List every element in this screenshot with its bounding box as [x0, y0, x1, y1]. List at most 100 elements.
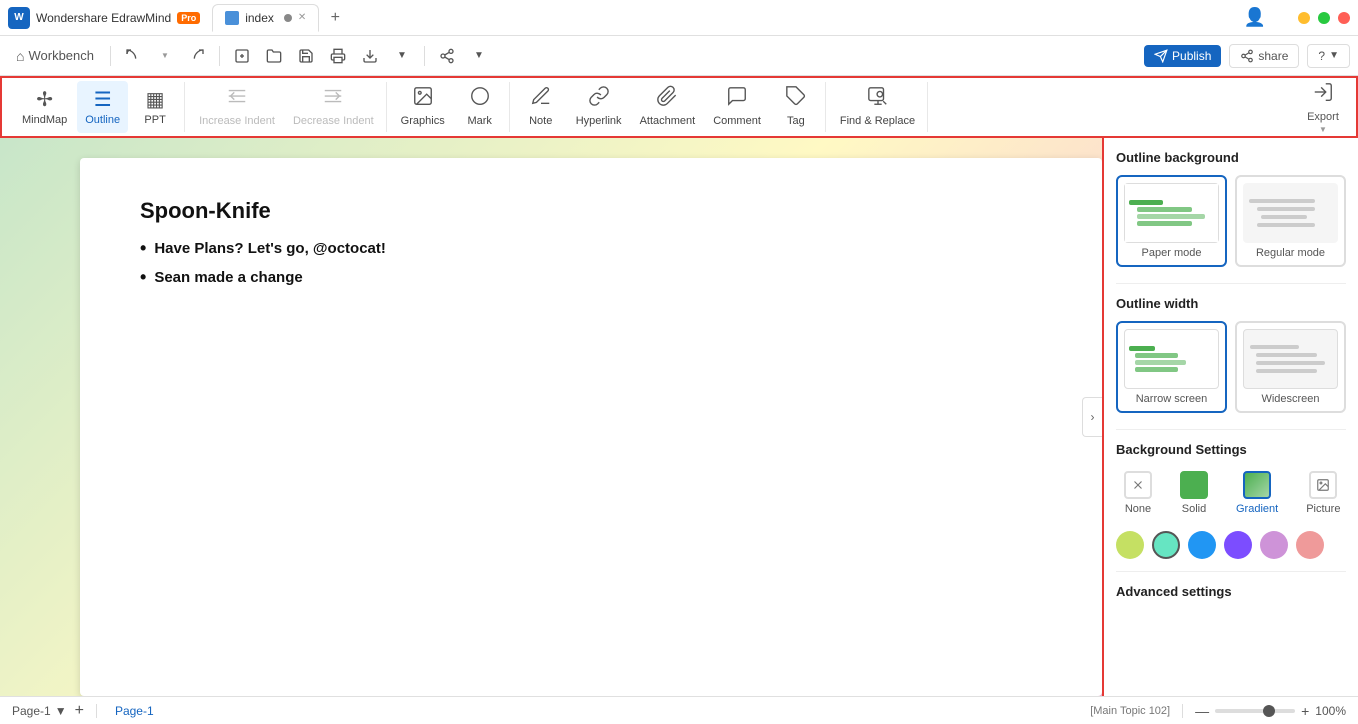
workbench-button[interactable]: ⌂ Workbench: [8, 44, 102, 68]
export-btn[interactable]: Export ▼: [1298, 81, 1348, 133]
bg-gradient-btn[interactable]: Gradient: [1228, 467, 1286, 519]
note-btn[interactable]: Note: [516, 81, 566, 133]
open-file-btn[interactable]: [260, 42, 288, 70]
increase-indent-btn[interactable]: Increase Indent: [191, 81, 283, 133]
outline-width-title: Outline width: [1116, 296, 1346, 311]
increase-indent-label: Increase Indent: [199, 115, 275, 128]
tab-modified-indicator: [284, 14, 292, 22]
export-dropdown-arrow[interactable]: ▼: [388, 42, 416, 70]
avatar-icon[interactable]: 👤: [1244, 7, 1266, 28]
tag-btn[interactable]: Tag: [771, 81, 821, 133]
paper-mode-card[interactable]: Paper mode: [1116, 175, 1227, 267]
regular-mode-label: Regular mode: [1243, 247, 1338, 259]
hyperlink-icon: [588, 85, 610, 113]
tab-close-btn[interactable]: ✕: [298, 12, 306, 23]
right-panel: Outline background Paper mode: [1102, 138, 1358, 696]
toolbar-sep-2: [219, 46, 220, 66]
comment-icon: [726, 85, 748, 113]
decrease-indent-btn[interactable]: Decrease Indent: [285, 81, 382, 133]
color-swatch-2[interactable]: [1152, 531, 1180, 559]
zoom-slider-thumb[interactable]: [1263, 705, 1275, 717]
color-swatch-1[interactable]: [1116, 531, 1144, 559]
bg-picture-btn[interactable]: Picture: [1298, 467, 1348, 519]
new-file-btn[interactable]: [228, 42, 256, 70]
add-page-btn[interactable]: +: [75, 702, 84, 720]
mark-btn[interactable]: Mark: [455, 81, 505, 133]
export-dropdown-btn[interactable]: [356, 42, 384, 70]
share-button[interactable]: share: [1229, 44, 1299, 68]
hyperlink-btn[interactable]: Hyperlink: [568, 81, 630, 133]
bg-solid-btn[interactable]: Solid: [1172, 467, 1216, 519]
attachment-btn[interactable]: Attachment: [632, 81, 704, 133]
canvas-area[interactable]: Spoon-Knife • Have Plans? Let's go, @oct…: [0, 138, 1102, 696]
widescreen-preview: [1243, 329, 1338, 389]
print-btn[interactable]: [324, 42, 352, 70]
bg-solid-label: Solid: [1182, 503, 1206, 515]
outline-background-title: Outline background: [1116, 150, 1346, 165]
tab-icon: [225, 11, 239, 25]
outline-btn[interactable]: ☰ Outline: [77, 81, 128, 133]
comment-label: Comment: [713, 115, 761, 128]
maximize-btn[interactable]: [1318, 12, 1330, 24]
minimize-btn[interactable]: [1298, 12, 1310, 24]
regular-mode-preview: [1243, 183, 1338, 243]
paper-mode-label: Paper mode: [1124, 247, 1219, 259]
color-swatch-6[interactable]: [1296, 531, 1324, 559]
bullet-text-2: Sean made a change: [154, 269, 302, 286]
ppt-label: PPT: [144, 114, 165, 127]
share-dropdown-arrow[interactable]: ▼: [465, 42, 493, 70]
export-dropdown-icon: ▼: [1319, 125, 1327, 134]
background-settings-title: Background Settings: [1116, 442, 1346, 457]
color-swatch-4[interactable]: [1224, 531, 1252, 559]
widescreen-card[interactable]: Widescreen: [1235, 321, 1346, 413]
toolbar-bar: ⌂ Workbench ▼ ▼ ▼ Publish share: [0, 36, 1358, 76]
mindmap-label: MindMap: [22, 114, 67, 127]
status-right: [Main Topic 102] — + 100%: [1090, 703, 1346, 719]
main-area: Spoon-Knife • Have Plans? Let's go, @oct…: [0, 138, 1358, 696]
help-button[interactable]: ? ▼: [1307, 44, 1350, 68]
page-tab-btn[interactable]: Page-1: [109, 702, 160, 720]
mindmap-btn[interactable]: ✢ MindMap: [14, 81, 75, 133]
paper-mode-preview: [1124, 183, 1219, 243]
panel-divider-2: [1116, 429, 1346, 430]
bg-none-label: None: [1125, 503, 1151, 515]
status-sep-2: [1182, 704, 1183, 718]
share-dropdown-btn[interactable]: [433, 42, 461, 70]
bullet-dot-1: •: [140, 238, 146, 259]
zoom-slider[interactable]: [1215, 709, 1295, 713]
panel-toggle-btn[interactable]: ›: [1082, 397, 1102, 437]
redo-btn[interactable]: [183, 42, 211, 70]
save-btn[interactable]: [292, 42, 320, 70]
bullet-item-1: • Have Plans? Let's go, @octocat!: [140, 240, 1042, 259]
regular-mode-card[interactable]: Regular mode: [1235, 175, 1346, 267]
zoom-minus-btn[interactable]: —: [1195, 703, 1209, 719]
graphics-btn[interactable]: Graphics: [393, 81, 453, 133]
ppt-btn[interactable]: ▦ PPT: [130, 81, 180, 133]
undo-dropdown-btn[interactable]: ▼: [151, 42, 179, 70]
page-chevron[interactable]: ▼: [55, 704, 67, 718]
comment-btn[interactable]: Comment: [705, 81, 769, 133]
zoom-plus-btn[interactable]: +: [1301, 703, 1309, 719]
mode-options: Paper mode Regular mode: [1116, 175, 1346, 267]
add-tab-btn[interactable]: +: [323, 6, 347, 30]
preview-bar-2: [1137, 207, 1192, 212]
wide-bar-4: [1256, 369, 1317, 373]
mark-label: Mark: [467, 115, 491, 128]
color-swatch-3[interactable]: [1188, 531, 1216, 559]
widescreen-label: Widescreen: [1243, 393, 1338, 405]
reg-line-2: [1257, 207, 1315, 211]
page-label: Page-1: [12, 704, 51, 718]
publish-button[interactable]: Publish: [1144, 45, 1221, 67]
active-tab[interactable]: index ✕: [212, 4, 319, 32]
undo-btn[interactable]: [119, 42, 147, 70]
tag-label: Tag: [787, 115, 805, 128]
close-btn[interactable]: [1338, 12, 1350, 24]
bg-none-btn[interactable]: None: [1116, 467, 1160, 519]
regular-preview-content: [1243, 183, 1338, 243]
note-label: Note: [529, 115, 552, 128]
narrow-screen-card[interactable]: Narrow screen: [1116, 321, 1227, 413]
reg-line-4: [1257, 223, 1315, 227]
find-replace-btn[interactable]: Find & Replace: [832, 81, 923, 133]
color-swatch-5[interactable]: [1260, 531, 1288, 559]
bullet-dot-2: •: [140, 267, 146, 288]
